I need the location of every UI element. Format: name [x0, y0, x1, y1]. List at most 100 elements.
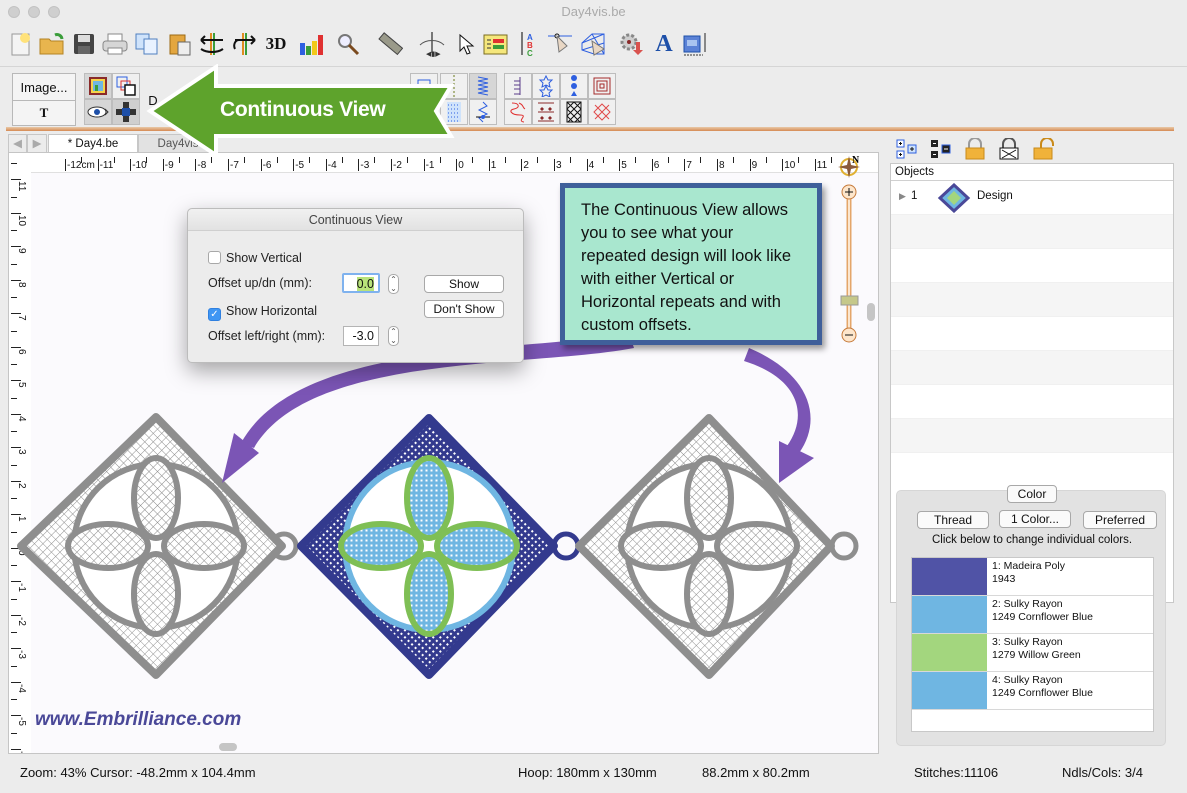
thread-code: 1943 — [992, 573, 1016, 585]
status-hoop: Hoop: 180mm x 130mm — [518, 765, 657, 780]
stats-chart-icon[interactable] — [298, 30, 326, 58]
zoom-slider[interactable]: N — [838, 154, 862, 344]
tab-scroll-left-button[interactable]: ◀ — [8, 134, 27, 152]
expand-all-icon[interactable] — [896, 138, 918, 163]
one-color-button[interactable]: 1 Color... — [999, 510, 1071, 528]
send-to-machine-icon[interactable] — [682, 30, 710, 58]
text-tool-button[interactable]: T — [12, 100, 76, 126]
thread-brand: 4: Sulky Rayon — [992, 674, 1063, 686]
lattice-fill-icon[interactable] — [560, 99, 588, 125]
color-swatch[interactable] — [912, 596, 987, 633]
watermark-text: www.Embrilliance.com — [35, 709, 242, 730]
tab-scroll-right-button[interactable]: ▶ — [27, 134, 47, 152]
show-vertical-checkbox[interactable]: Show Vertical — [208, 251, 302, 265]
new-file-icon[interactable] — [7, 30, 35, 58]
magnifier-icon[interactable] — [334, 30, 362, 58]
arrow-label: Continuous View — [220, 98, 386, 121]
preferred-button[interactable]: Preferred — [1083, 511, 1157, 529]
offset-lr-stepper[interactable]: ⌃ ⌄ — [388, 326, 399, 346]
main-toolbar: 3D ◀▮▶ ABC A — [0, 24, 1187, 64]
thread-code: 1279 Willow Green — [992, 649, 1081, 661]
color-swatch[interactable] — [912, 558, 987, 595]
zoom-in-icon[interactable] — [841, 184, 857, 200]
satin-stitch-icon[interactable] — [469, 73, 497, 99]
color-swatch[interactable] — [912, 634, 987, 671]
offset-lr-field[interactable]: -3.0 — [343, 326, 379, 346]
thread-color-item[interactable]: 4: Sulky Rayon 1249 Cornflower Blue — [912, 672, 1153, 710]
minimize-window-button[interactable] — [28, 6, 40, 18]
dot-motif-icon[interactable] — [560, 73, 588, 99]
zoom-slider-thumb[interactable] — [840, 295, 859, 306]
print-icon[interactable] — [101, 30, 129, 58]
paste-icon[interactable] — [166, 30, 194, 58]
disclosure-triangle-icon[interactable]: ▶ — [899, 191, 906, 202]
checkbox-unchecked-icon[interactable] — [208, 251, 221, 264]
open-folder-icon[interactable] — [38, 30, 66, 58]
thread-info: 3: Sulky Rayon 1279 Willow Green — [987, 634, 1086, 671]
lettering-abc-icon[interactable]: ABC — [515, 30, 543, 58]
needle-icon[interactable]: ◀▮▶ — [418, 30, 446, 58]
settings-export-icon[interactable] — [618, 30, 646, 58]
ruler-icon[interactable] — [376, 30, 404, 58]
pattern-fill-icon[interactable] — [532, 99, 560, 125]
color-swatch[interactable] — [912, 672, 987, 709]
svg-text:C: C — [527, 49, 533, 57]
thread-color-list: 1: Madeira Poly 1943 2: Sulky Rayon 1249 Co… — [911, 557, 1154, 732]
thread-info: 2: Sulky Rayon 1249 Cornflower Blue — [987, 596, 1098, 633]
copy-icon[interactable] — [133, 30, 161, 58]
color-tab-button[interactable]: Color — [1007, 485, 1057, 503]
object-row-design[interactable]: ▶ 1 Design — [891, 181, 1173, 215]
compass-north-icon: N — [838, 155, 860, 178]
stipple-icon[interactable] — [504, 99, 532, 125]
continuous-view-dialog: Continuous View Show Vertical Offset up/… — [187, 208, 524, 363]
thread-color-item[interactable]: 2: Sulky Rayon 1249 Cornflower Blue — [912, 596, 1153, 634]
unlock-icon[interactable] — [1032, 137, 1054, 163]
picture-icon[interactable] — [84, 73, 112, 99]
3d-view-icon[interactable]: 3D — [262, 30, 290, 58]
offset-updn-stepper[interactable]: ⌃ ⌄ — [388, 274, 399, 294]
continuous-view-icon[interactable] — [112, 99, 140, 125]
motif-path-icon[interactable] — [469, 99, 497, 125]
node-edit-icon[interactable] — [546, 30, 574, 58]
thread-button[interactable]: Thread — [917, 511, 989, 529]
thread-color-item[interactable]: 1: Madeira Poly 1943 — [912, 558, 1153, 596]
repeat-design-right — [575, 414, 859, 679]
cross-stitch-icon[interactable] — [588, 99, 616, 125]
dont-show-button[interactable]: Don't Show — [424, 300, 504, 318]
offset-updn-label: Offset up/dn (mm): — [208, 276, 312, 290]
close-window-button[interactable] — [8, 6, 20, 18]
mirror-vertical-icon[interactable] — [230, 30, 258, 58]
thread-brand: 2: Sulky Rayon — [992, 598, 1063, 610]
concentric-square-icon[interactable] — [588, 73, 616, 99]
vertical-scrollbar-thumb[interactable] — [867, 303, 875, 321]
design-thumbnail-icon — [937, 183, 971, 213]
pointer-icon[interactable] — [452, 30, 480, 58]
show-horizontal-checkbox[interactable]: ✓ Show Horizontal — [208, 304, 317, 321]
overlap-icon[interactable] — [112, 73, 140, 99]
save-icon[interactable] — [70, 30, 98, 58]
properties-icon[interactable] — [482, 30, 510, 58]
zoom-out-icon[interactable] — [841, 327, 857, 343]
text-tool-icon[interactable]: A — [650, 30, 678, 58]
lock-icon[interactable] — [964, 137, 986, 163]
image-button[interactable]: Image... — [12, 73, 76, 101]
status-needles: Ndls/Cols: 3/4 — [1062, 765, 1143, 780]
collapse-all-icon[interactable] — [930, 138, 952, 163]
thread-brand: 1: Madeira Poly — [992, 560, 1065, 572]
checkbox-checked-icon[interactable]: ✓ — [208, 308, 221, 321]
mesh-edit-icon[interactable] — [580, 30, 608, 58]
eye-icon[interactable] — [84, 99, 112, 125]
show-button[interactable]: Show — [424, 275, 504, 293]
lock-x-icon[interactable] — [998, 137, 1020, 163]
thread-color-item[interactable]: 3: Sulky Rayon 1279 Willow Green — [912, 634, 1153, 672]
offset-updn-field[interactable]: 0.0 — [342, 273, 380, 293]
horizontal-scrollbar-thumb[interactable] — [219, 743, 237, 751]
bean-stitch-icon[interactable] — [504, 73, 532, 99]
star-motif-icon[interactable] — [532, 73, 560, 99]
info-callout: The Continuous View allows you to see wh… — [560, 183, 822, 345]
mirror-horizontal-icon[interactable] — [198, 30, 226, 58]
thread-code: 1249 Cornflower Blue — [992, 687, 1093, 699]
tab-day4[interactable]: * Day4.be — [48, 134, 138, 152]
status-design-size: 88.2mm x 80.2mm — [702, 765, 810, 780]
zoom-window-button[interactable] — [48, 6, 60, 18]
